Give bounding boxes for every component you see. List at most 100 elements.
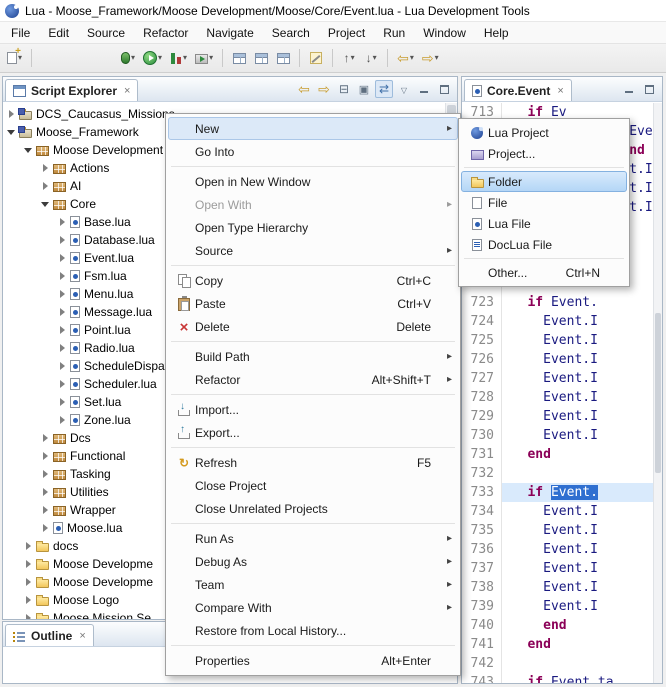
expand-arrow-icon[interactable] xyxy=(58,235,68,245)
expand-arrow-icon[interactable] xyxy=(58,325,68,335)
menubar-item-project[interactable]: Project xyxy=(319,23,374,43)
menu-item-lua-file[interactable]: Lua File xyxy=(461,213,627,234)
menu-item-delete[interactable]: DeleteDelete xyxy=(168,315,458,338)
code-line-740[interactable]: 740 end xyxy=(462,616,653,635)
code-line-743[interactable]: 743 if Event.ta xyxy=(462,673,653,683)
back-button[interactable]: ▾ xyxy=(394,47,417,69)
menu-item-project[interactable]: Project... xyxy=(461,143,627,164)
code-line-727[interactable]: 727 Event.I xyxy=(462,369,653,388)
code-line-730[interactable]: 730 Event.I xyxy=(462,426,653,445)
expand-arrow-icon[interactable] xyxy=(24,595,34,605)
expand-arrow-icon[interactable] xyxy=(41,487,51,497)
expand-arrow-icon[interactable] xyxy=(58,343,68,353)
menu-item-restore-from-local-history[interactable]: Restore from Local History... xyxy=(168,619,458,642)
prev-annotation-button[interactable]: ▾ xyxy=(339,47,359,69)
code-line-736[interactable]: 736 Event.I xyxy=(462,540,653,559)
menu-item-source[interactable]: Source▸ xyxy=(168,239,458,262)
code-line-732[interactable]: 732 xyxy=(462,464,653,483)
expand-arrow-icon[interactable] xyxy=(58,397,68,407)
new-file-button[interactable]: ▾ xyxy=(4,47,25,69)
expand-arrow-icon[interactable] xyxy=(58,361,68,371)
code-line-742[interactable]: 742 xyxy=(462,654,653,673)
menu-item-import[interactable]: Import... xyxy=(168,398,458,421)
menu-item-compare-with[interactable]: Compare With▸ xyxy=(168,596,458,619)
editor-scrollbar[interactable] xyxy=(653,103,662,683)
close-icon[interactable]: × xyxy=(557,85,563,97)
expand-arrow-icon[interactable] xyxy=(58,217,68,227)
minimize-button[interactable] xyxy=(620,80,638,98)
list-view-button[interactable] xyxy=(273,47,293,69)
menu-item-open-in-new-window[interactable]: Open in New Window xyxy=(168,170,458,193)
menubar-item-window[interactable]: Window xyxy=(414,23,475,43)
scrollbar-thumb[interactable] xyxy=(655,313,661,473)
menu-item-new[interactable]: New▸ xyxy=(168,117,458,140)
menu-item-file[interactable]: File xyxy=(461,192,627,213)
menu-item-copy[interactable]: CopyCtrl+C xyxy=(168,269,458,292)
expand-arrow-icon[interactable] xyxy=(41,433,51,443)
code-line-726[interactable]: 726 Event.I xyxy=(462,350,653,369)
menu-item-go-into[interactable]: Go Into xyxy=(168,140,458,163)
menu-item-properties[interactable]: PropertiesAlt+Enter xyxy=(168,649,458,672)
code-line-738[interactable]: 738 Event.I xyxy=(462,578,653,597)
tab-outline[interactable]: Outline × xyxy=(5,624,94,646)
collapse-arrow-icon[interactable] xyxy=(41,199,51,209)
back-button[interactable] xyxy=(295,80,313,98)
menu-item-close-project[interactable]: Close Project xyxy=(168,474,458,497)
code-line-729[interactable]: 729 Event.I xyxy=(462,407,653,426)
table-view-button[interactable] xyxy=(229,47,249,69)
menu-item-refresh[interactable]: RefreshF5 xyxy=(168,451,458,474)
menu-item-doclua-file[interactable]: DocLua File xyxy=(461,234,627,255)
ext-tools-button[interactable]: ▾ xyxy=(192,47,216,69)
next-annotation-button[interactable]: ▾ xyxy=(361,47,381,69)
minimize-button[interactable] xyxy=(415,80,433,98)
menu-item-paste[interactable]: PasteCtrl+V xyxy=(168,292,458,315)
grid-view-button[interactable] xyxy=(251,47,271,69)
menubar-item-navigate[interactable]: Navigate xyxy=(197,23,262,43)
run-button[interactable]: ▾ xyxy=(140,47,165,69)
expand-arrow-icon[interactable] xyxy=(24,559,34,569)
expand-arrow-icon[interactable] xyxy=(41,163,51,173)
expand-arrow-icon[interactable] xyxy=(24,613,34,619)
menu-item-close-unrelated-projects[interactable]: Close Unrelated Projects xyxy=(168,497,458,520)
close-icon[interactable]: × xyxy=(79,630,85,642)
code-line-735[interactable]: 735 Event.I xyxy=(462,521,653,540)
maximize-button[interactable] xyxy=(640,80,658,98)
code-line-741[interactable]: 741 end xyxy=(462,635,653,654)
expand-arrow-icon[interactable] xyxy=(58,253,68,263)
code-line-733[interactable]: 733 if Event. xyxy=(462,483,653,502)
expand-arrow-icon[interactable] xyxy=(24,577,34,587)
menubar-item-file[interactable]: File xyxy=(2,23,39,43)
expand-arrow-icon[interactable] xyxy=(41,523,51,533)
menu-item-folder[interactable]: Folder xyxy=(461,171,627,192)
close-icon[interactable]: × xyxy=(124,85,130,97)
menubar-item-source[interactable]: Source xyxy=(78,23,134,43)
menu-item-refactor[interactable]: RefactorAlt+Shift+T▸ xyxy=(168,368,458,391)
expand-arrow-icon[interactable] xyxy=(41,451,51,461)
menu-item-build-path[interactable]: Build Path▸ xyxy=(168,345,458,368)
collapse-arrow-icon[interactable] xyxy=(7,127,17,137)
expand-arrow-icon[interactable] xyxy=(41,505,51,515)
menu-item-open-type-hierarchy[interactable]: Open Type Hierarchy xyxy=(168,216,458,239)
menubar-item-run[interactable]: Run xyxy=(374,23,414,43)
collapse-all-button[interactable] xyxy=(335,80,353,98)
tab-script-explorer[interactable]: Script Explorer × xyxy=(5,79,138,101)
menu-item-run-as[interactable]: Run As▸ xyxy=(168,527,458,550)
code-line-731[interactable]: 731 end xyxy=(462,445,653,464)
coverage-button[interactable]: ▾ xyxy=(167,47,190,69)
code-line-739[interactable]: 739 Event.I xyxy=(462,597,653,616)
menu-item-export[interactable]: Export... xyxy=(168,421,458,444)
expand-arrow-icon[interactable] xyxy=(7,109,17,119)
link-editor-button[interactable] xyxy=(375,80,393,98)
collapse-arrow-icon[interactable] xyxy=(24,145,34,155)
expand-arrow-icon[interactable] xyxy=(41,181,51,191)
code-line-728[interactable]: 728 Event.I xyxy=(462,388,653,407)
expand-arrow-icon[interactable] xyxy=(58,271,68,281)
code-line-725[interactable]: 725 Event.I xyxy=(462,331,653,350)
code-line-737[interactable]: 737 Event.I xyxy=(462,559,653,578)
tab-core-event[interactable]: Core.Event × xyxy=(464,79,572,101)
maximize-button[interactable] xyxy=(435,80,453,98)
code-line-724[interactable]: 724 Event.I xyxy=(462,312,653,331)
code-line-734[interactable]: 734 Event.I xyxy=(462,502,653,521)
menu-item-debug-as[interactable]: Debug As▸ xyxy=(168,550,458,573)
forward-button[interactable]: ▾ xyxy=(419,47,442,69)
